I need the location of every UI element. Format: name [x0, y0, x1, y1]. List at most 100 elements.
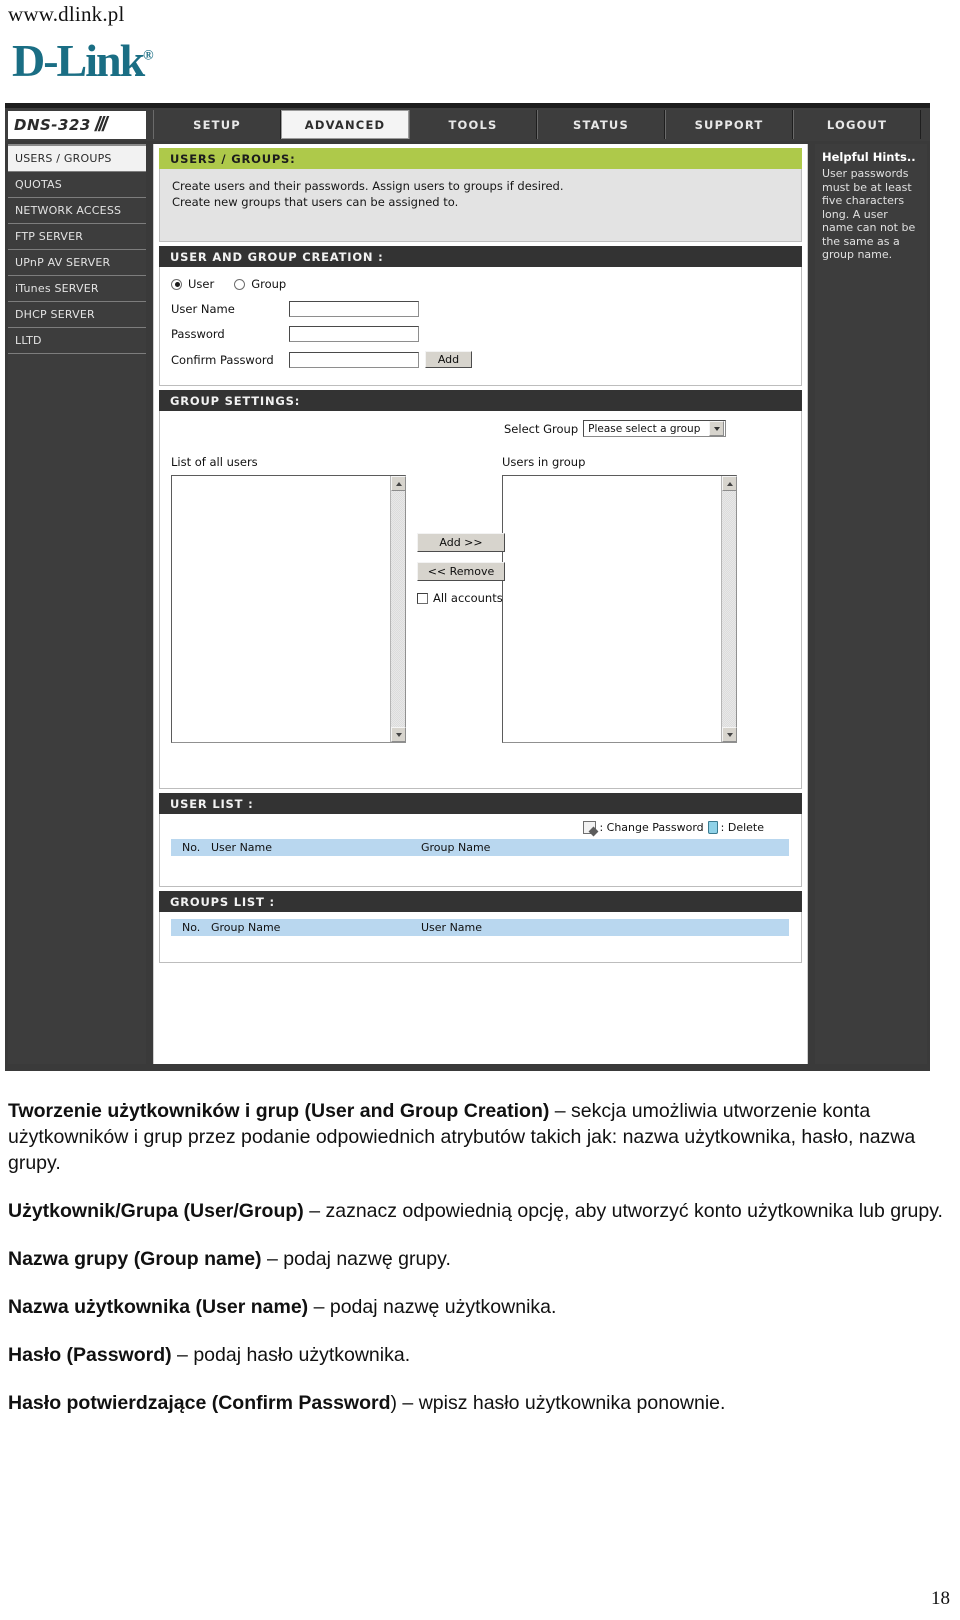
- remove-from-group-button[interactable]: << Remove: [417, 562, 505, 581]
- tab-setup[interactable]: SETUP: [153, 110, 281, 139]
- users-in-group-listbox[interactable]: [502, 475, 737, 743]
- scroll-up-icon[interactable]: [391, 476, 406, 491]
- select-group-label: Select Group: [504, 421, 579, 436]
- password-label: Password: [171, 327, 225, 341]
- group-settings-panel: GROUP SETTINGS: Select Group Please sele…: [159, 390, 802, 789]
- user-group-creation-panel: USER AND GROUP CREATION : User Group Use…: [159, 246, 802, 386]
- tab-tools[interactable]: TOOLS: [409, 110, 537, 139]
- edit-password-icon: [583, 821, 597, 834]
- paragraph-term: Hasło (Password): [8, 1344, 172, 1366]
- nav-tabs: SETUP ADVANCED TOOLS STATUS SUPPORT LOGO…: [153, 108, 921, 141]
- device-web-ui-screenshot: DNS-323 /// SETUP ADVANCED TOOLS STATUS …: [5, 103, 930, 1071]
- sidebar-menu: USERS / GROUPS QUOTAS NETWORK ACCESS FTP…: [8, 144, 146, 1064]
- scroll-up-icon[interactable]: [722, 476, 737, 491]
- paragraph-text: ) – wpisz hasło użytkownika ponownie.: [390, 1392, 726, 1414]
- user-name-label: User Name: [171, 302, 235, 316]
- paragraph-term: Nazwa użytkownika (User name): [8, 1296, 309, 1318]
- paragraph-user-group-creation: Tworzenie użytkowników i grup (User and …: [8, 1098, 952, 1176]
- add-user-button[interactable]: Add: [425, 351, 472, 368]
- radio-user-label: User: [188, 277, 215, 291]
- site-url: www.dlink.pl: [8, 2, 125, 26]
- users-groups-title: USERS / GROUPS:: [159, 148, 802, 169]
- scroll-down-icon[interactable]: [722, 727, 737, 742]
- user-list-col-user-name: User Name: [211, 841, 273, 854]
- user-list-col-no: No.: [182, 841, 201, 854]
- user-list-legend: : Change Password : Delete: [171, 821, 764, 834]
- intro-line-1: Create users and their passwords. Assign…: [172, 179, 564, 193]
- groups-list-title: GROUPS LIST :: [159, 891, 802, 912]
- all-users-column: List of all users: [171, 455, 406, 743]
- sidebar-item-lltd[interactable]: LLTD: [8, 328, 146, 354]
- paragraph-text: – podaj nazwę użytkownika.: [308, 1296, 557, 1318]
- user-group-creation-title: USER AND GROUP CREATION :: [159, 246, 802, 267]
- model-name: DNS-323: [14, 116, 91, 134]
- all-accounts-label: All accounts: [433, 591, 503, 605]
- tab-logout[interactable]: LOGOUT: [793, 110, 921, 139]
- trash-icon: [707, 821, 718, 834]
- confirm-password-input[interactable]: [289, 351, 419, 368]
- radio-user[interactable]: [171, 278, 182, 290]
- dlink-logo-text: D-Link: [12, 35, 145, 86]
- sidebar-item-network-access[interactable]: NETWORK ACCESS: [8, 198, 146, 224]
- sidebar-item-users-groups[interactable]: USERS / GROUPS: [8, 146, 146, 172]
- account-type-radio-group: User Group: [171, 277, 801, 291]
- logo-slashes-icon: ///: [94, 113, 108, 136]
- model-badge: DNS-323 ///: [8, 111, 146, 139]
- paragraph-text: – podaj hasło użytkownika.: [171, 1344, 411, 1366]
- select-group-dropdown[interactable]: Please select a group: [583, 420, 727, 437]
- transfer-controls: Add >> << Remove All accounts: [417, 533, 517, 605]
- group-settings-title: GROUP SETTINGS:: [159, 390, 802, 411]
- groups-list-col-no: No.: [182, 921, 201, 934]
- registered-trademark-icon: ®: [143, 48, 154, 64]
- legend-delete-text: : Delete: [720, 821, 764, 834]
- document-body: Tworzenie użytkowników i grup (User and …: [8, 1098, 952, 1438]
- groups-list-body: No. Group Name User Name: [159, 912, 802, 963]
- top-navigation-bar: DNS-323 /// SETUP ADVANCED TOOLS STATUS …: [5, 108, 930, 141]
- all-accounts-checkbox[interactable]: [417, 592, 428, 604]
- groups-list-table-header: No. Group Name User Name: [171, 919, 789, 936]
- helpful-hints-text: User passwords must be at least five cha…: [822, 167, 916, 261]
- groups-list-col-group-name: Group Name: [211, 921, 281, 934]
- legend-delete: : Delete: [707, 821, 764, 834]
- paragraph-group-name: Nazwa grupy (Group name) – podaj nazwę g…: [8, 1246, 952, 1272]
- page-number: 18: [931, 1588, 950, 1609]
- paragraph-user-group: Użytkownik/Grupa (User/Group) – zaznacz …: [8, 1198, 952, 1224]
- groups-list-col-user-name: User Name: [421, 921, 483, 934]
- chevron-down-icon[interactable]: [709, 421, 725, 436]
- groups-list-empty-rows: [171, 936, 789, 954]
- sidebar-item-itunes-server[interactable]: iTunes SERVER: [8, 276, 146, 302]
- user-list-col-group-name: Group Name: [421, 841, 491, 854]
- intro-spacer: [172, 210, 789, 232]
- helpful-hints-title: Helpful Hints..: [822, 150, 916, 164]
- dlink-logo: D-Link®: [12, 38, 154, 84]
- tab-status[interactable]: STATUS: [537, 110, 665, 139]
- radio-group[interactable]: [234, 278, 246, 290]
- intro-line-2: Create new groups that users can be assi…: [172, 195, 459, 209]
- main-content: USERS / GROUPS: Create users and their p…: [153, 144, 808, 1064]
- sidebar-item-dhcp-server[interactable]: DHCP SERVER: [8, 302, 146, 328]
- users-in-group-label: Users in group: [502, 455, 586, 469]
- confirm-password-label: Confirm Password: [171, 352, 274, 367]
- add-to-group-button[interactable]: Add >>: [417, 533, 505, 552]
- all-accounts-row: All accounts: [417, 591, 517, 605]
- sidebar-item-upnp-av-server[interactable]: UPnP AV SERVER: [8, 250, 146, 276]
- all-users-scrollbar[interactable]: [390, 476, 406, 742]
- user-name-row: User Name: [171, 301, 801, 317]
- confirm-password-row: Confirm Password Add: [171, 351, 801, 368]
- user-list-panel: USER LIST : : Change Password : Delete N…: [159, 793, 802, 887]
- helpful-hints-panel: Helpful Hints.. User passwords must be a…: [815, 144, 927, 1064]
- all-users-label: List of all users: [171, 455, 258, 469]
- password-input[interactable]: [289, 326, 419, 342]
- scroll-down-icon[interactable]: [391, 727, 406, 742]
- all-users-listbox[interactable]: [171, 475, 406, 743]
- user-list-empty-rows: [171, 856, 789, 878]
- radio-group-label: Group: [251, 277, 287, 291]
- user-name-input[interactable]: [289, 301, 419, 317]
- paragraph-confirm-password: Hasło potwierdzające (Confirm Password) …: [8, 1390, 952, 1416]
- tab-support[interactable]: SUPPORT: [665, 110, 793, 139]
- sidebar-item-ftp-server[interactable]: FTP SERVER: [8, 224, 146, 250]
- users-in-group-scrollbar[interactable]: [721, 476, 737, 742]
- tab-advanced[interactable]: ADVANCED: [281, 110, 409, 139]
- sidebar-item-quotas[interactable]: QUOTAS: [8, 172, 146, 198]
- user-list-body: : Change Password : Delete No. User Name…: [159, 814, 802, 887]
